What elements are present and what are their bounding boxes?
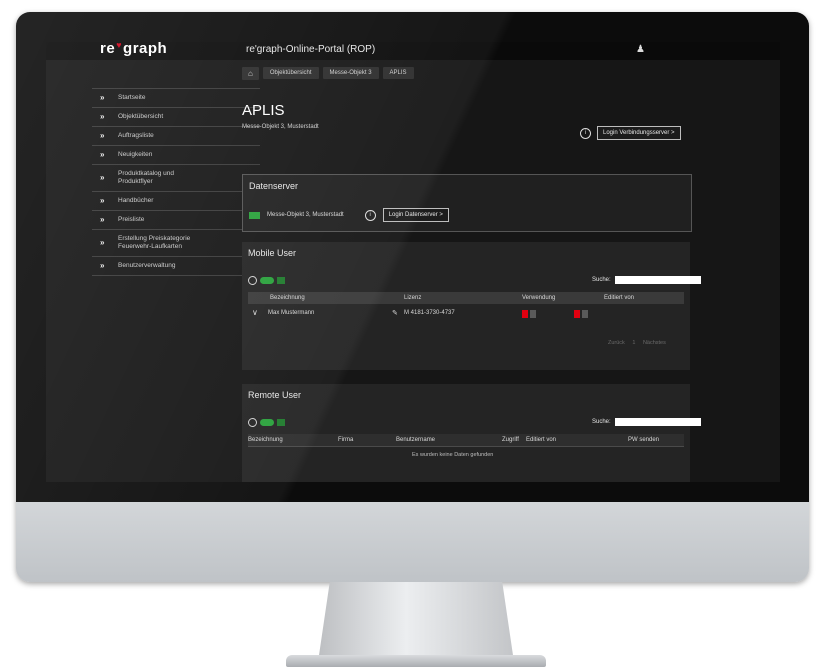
logo: re♥graph <box>100 42 168 57</box>
radio-icon <box>248 276 257 285</box>
chevron-down-icon[interactable]: ∨ <box>252 308 258 317</box>
sidebar: » Startseite » Objektübersicht » Auftragsli… <box>92 88 260 276</box>
monitor: re♥graph re'graph-Online-Portal (ROP) ♟ … <box>16 12 809 582</box>
column-header[interactable]: Firma <box>338 437 353 443</box>
toggle-switch <box>260 419 274 426</box>
chevrons-right-icon: » <box>100 150 105 159</box>
breadcrumb-item-current: APLIS <box>382 67 414 79</box>
sidebar-item-preisliste[interactable]: » Preisliste <box>92 210 260 229</box>
heart-icon: ♥ <box>116 42 123 50</box>
edited-red-icon <box>574 310 580 318</box>
sidebar-item-handbuecher[interactable]: » Handbücher <box>92 191 260 210</box>
sidebar-item-preiskategorie[interactable]: » Erstellung Preiskategorie Feuerwehr-Lau… <box>92 229 260 256</box>
column-header[interactable]: Bezeichnung <box>270 295 305 301</box>
sidebar-item-produktkatalog[interactable]: » Produktkatalog und Produktflyer <box>92 164 260 191</box>
dataserver-panel: Datenserver Messe-Objekt 3, Musterstadt … <box>242 174 692 232</box>
chevrons-right-icon: » <box>100 93 105 102</box>
edit-icon[interactable]: ✎ <box>392 309 398 317</box>
sidebar-item-startseite[interactable]: » Startseite <box>92 88 260 107</box>
mobile-user-panel: Mobile User Suche: Bezeichnung Lizenz Ve… <box>242 242 701 370</box>
toggle-switch <box>260 277 274 284</box>
sidebar-item-benutzerverwaltung[interactable]: » Benutzerverwaltung <box>92 256 260 276</box>
monitor-foot <box>286 655 546 667</box>
chevrons-right-icon: » <box>100 173 105 182</box>
radio-icon <box>248 418 257 427</box>
remote-user-search-input[interactable] <box>614 418 701 426</box>
column-header[interactable]: Benutzername <box>396 437 435 443</box>
dataserver-heading: Datenserver <box>249 181 299 191</box>
chevrons-right-icon: » <box>100 261 105 270</box>
breadcrumb: ⌂ Objektübersicht Messe-Objekt 3 APLIS <box>242 66 414 80</box>
column-header[interactable]: Verwendung <box>522 295 555 301</box>
dataserver-row: Messe-Objekt 3, Musterstadt i Login Date… <box>249 208 449 222</box>
info-icon[interactable]: i <box>364 209 376 221</box>
mobile-user-table-header: Bezeichnung Lizenz Verwendung Editiert v… <box>248 292 684 304</box>
mobile-user-toggle[interactable] <box>248 276 285 285</box>
mobile-user-pager: Zurück 1 Nächstes <box>608 340 666 346</box>
info-icon[interactable]: i <box>580 127 591 139</box>
mobile-user-search: Suche: <box>592 276 701 284</box>
chevrons-right-icon: » <box>100 196 105 205</box>
mobile-user-heading: Mobile User <box>248 248 297 258</box>
sidebar-item-auftragsliste[interactable]: » Auftragsliste <box>92 126 260 145</box>
sidebar-item-objektuebersicht[interactable]: » Objektübersicht <box>92 107 260 126</box>
page-subtitle: Messe-Objekt 3, Musterstadt <box>242 124 319 130</box>
empty-table-message: Es wurden keine Daten gefunden <box>412 452 494 458</box>
pager-page[interactable]: 1 <box>632 340 635 346</box>
column-header[interactable]: Editiert von <box>526 437 556 443</box>
usage-grey-icon <box>530 310 536 318</box>
page-title: APLIS <box>242 102 285 119</box>
chevrons-right-icon: » <box>100 238 105 247</box>
monitor-stand <box>318 582 514 662</box>
usage-red-icon <box>522 310 528 318</box>
top-bar: re♥graph re'graph-Online-Portal (ROP) ♟ <box>46 42 780 60</box>
login-connection-server-button[interactable]: Login Verbindungsserver > <box>597 126 681 140</box>
table-divider <box>248 446 684 447</box>
column-header[interactable]: PW senden <box>628 437 659 443</box>
table-row[interactable]: ∨ Max Mustermann ✎ M 4181-3730-4737 <box>248 306 684 320</box>
monitor-chin <box>16 502 809 582</box>
sidebar-item-neuigkeiten[interactable]: » Neuigkeiten <box>92 145 260 164</box>
home-icon[interactable]: ⌂ <box>242 66 259 80</box>
remote-user-panel: Remote User Suche: Bezeichnung Firma Ben… <box>242 384 701 482</box>
column-header[interactable]: Bezeichnung <box>248 437 283 443</box>
chevrons-right-icon: » <box>100 131 105 140</box>
remote-user-search: Suche: <box>592 418 701 426</box>
dataserver-name: Messe-Objekt 3, Musterstadt <box>267 212 344 218</box>
toggle-square <box>277 419 285 426</box>
pager-previous[interactable]: Zurück <box>608 340 625 346</box>
toggle-square <box>277 277 285 284</box>
monitor-bezel: re♥graph re'graph-Online-Portal (ROP) ♟ … <box>16 12 809 502</box>
column-header[interactable]: Zugriff <box>502 437 519 443</box>
chevrons-right-icon: » <box>100 112 105 121</box>
login-connection-group: i Login Verbindungsserver > <box>580 126 681 140</box>
screen: re♥graph re'graph-Online-Portal (ROP) ♟ … <box>46 42 780 482</box>
mobile-user-search-input[interactable] <box>614 276 701 284</box>
user-name: Max Mustermann <box>268 310 315 316</box>
user-icon[interactable]: ♟ <box>636 44 645 55</box>
pager-next[interactable]: Nächstes <box>643 340 666 346</box>
chevrons-right-icon: » <box>100 215 105 224</box>
remote-user-heading: Remote User <box>248 390 302 400</box>
breadcrumb-item[interactable]: Messe-Objekt 3 <box>322 67 379 79</box>
column-header[interactable]: Editiert von <box>604 295 634 301</box>
breadcrumb-item[interactable]: Objektübersicht <box>262 67 319 79</box>
edited-grey-icon <box>582 310 588 318</box>
remote-user-table-header: Bezeichnung Firma Benutzername Zugriff E… <box>248 434 684 446</box>
app-title: re'graph-Online-Portal (ROP) <box>246 44 376 55</box>
license-key: M 4181-3730-4737 <box>404 310 455 316</box>
server-icon <box>249 211 260 219</box>
login-dataserver-button[interactable]: Login Datenserver > <box>382 208 449 222</box>
remote-user-toggle[interactable] <box>248 418 285 427</box>
column-header[interactable]: Lizenz <box>404 295 421 301</box>
